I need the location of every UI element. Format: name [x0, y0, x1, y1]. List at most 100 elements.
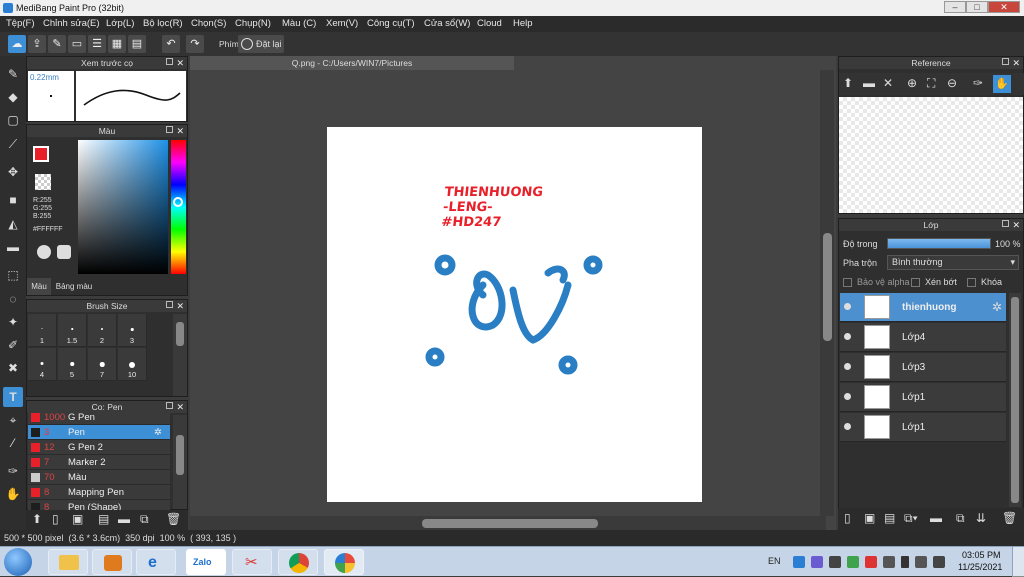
tab-color[interactable]: Màu [27, 278, 51, 295]
brush-size-scrollbar[interactable] [173, 314, 187, 396]
menu-window[interactable]: Cửa sổ(W) [424, 16, 470, 32]
tray-icon-6[interactable] [883, 556, 895, 568]
lock-checkbox[interactable] [967, 278, 976, 287]
bucket-tool-icon[interactable]: ◭ [3, 214, 23, 234]
layer-scrollbar[interactable] [1009, 293, 1021, 507]
blend-select[interactable]: Bình thường ▾ [887, 255, 1019, 270]
vertical-scrollbar[interactable] [820, 70, 834, 516]
brush-settings-icon[interactable]: ▣ [72, 512, 83, 526]
close-icon[interactable]: ✕ [176, 401, 184, 413]
ie-app[interactable]: e [136, 549, 176, 575]
brush-tool-icon[interactable]: ✎ [3, 64, 23, 84]
doc-icon[interactable]: ☰ [88, 35, 106, 53]
battery-icon[interactable] [901, 556, 909, 568]
brush-size-cell[interactable]: 2 [88, 314, 117, 347]
layer-add-menu-icon[interactable]: ⧉▾ [904, 511, 918, 526]
move-tool-icon[interactable]: ✥ [3, 162, 23, 182]
primary-color-swatch[interactable] [33, 146, 49, 162]
redo-icon[interactable]: ↷ [186, 35, 204, 53]
transparent-swatch[interactable] [35, 174, 51, 190]
menu-edit[interactable]: Chỉnh sửa(E) [43, 16, 100, 32]
layer-item[interactable]: Lớp1 [840, 413, 1006, 442]
close-icon[interactable]: ✕ [1012, 57, 1020, 69]
popout-icon[interactable] [166, 58, 173, 65]
volume-icon[interactable] [933, 556, 945, 568]
network-icon[interactable] [915, 556, 927, 568]
cloud-icon[interactable]: ☁ [8, 35, 26, 53]
close-icon[interactable]: ✕ [883, 76, 893, 90]
menu-cloud[interactable]: Cloud [477, 16, 502, 32]
layer-item[interactable]: thienhuong ✲ [840, 293, 1006, 322]
select-pen-icon[interactable]: ✐ [3, 335, 23, 355]
fill-rect-tool-icon[interactable]: ■ [3, 190, 23, 210]
zoom-in-icon[interactable]: ⊕ [907, 76, 917, 90]
eye-icon[interactable] [844, 423, 851, 430]
brush-size-cell[interactable]: 5 [58, 348, 87, 381]
scroll-thumb[interactable] [422, 519, 598, 528]
rect-tool-icon[interactable]: ▢ [3, 110, 23, 130]
hue-handle[interactable] [173, 197, 183, 207]
zalo-app[interactable]: Zalo [186, 549, 226, 575]
layer-item[interactable]: Lớp3 [840, 353, 1006, 382]
brush-size-cell[interactable]: 1.5 [58, 314, 87, 347]
horizontal-scrollbar[interactable] [190, 516, 826, 530]
hand-tool-icon[interactable]: ✋ [3, 484, 23, 504]
new-page-icon[interactable]: ▭ [68, 35, 86, 53]
close-icon[interactable]: ✕ [176, 57, 184, 69]
folder-icon[interactable]: ▬ [863, 76, 875, 90]
brush-list-scrollbar[interactable] [173, 415, 187, 509]
tray-icon-3[interactable] [829, 556, 841, 568]
brush-size-cell[interactable]: 1 [28, 314, 57, 347]
clipping-checkbox[interactable] [911, 278, 920, 287]
scroll-thumb[interactable] [1011, 297, 1019, 503]
hand-icon[interactable]: ✋ [993, 75, 1011, 93]
clock-time[interactable]: 03:05 PM [962, 550, 1001, 560]
layer-item[interactable]: Lớp4 [840, 323, 1006, 352]
menu-filter[interactable]: Bộ lọc(R) [143, 16, 183, 32]
explorer-app[interactable] [48, 549, 88, 575]
opacity-slider[interactable] [887, 238, 991, 249]
scroll-thumb[interactable] [176, 322, 184, 346]
popout-icon[interactable] [166, 402, 173, 409]
eye-icon[interactable] [844, 303, 851, 310]
media-player-app[interactable] [92, 549, 132, 575]
show-desktop-button[interactable] [1012, 547, 1024, 577]
menu-layer[interactable]: Lớp(L) [106, 16, 134, 32]
menu-help[interactable]: Help [513, 16, 533, 32]
reference-view[interactable] [839, 97, 1023, 213]
layer-item[interactable]: Lớp1 [840, 383, 1006, 412]
popout-icon[interactable] [1002, 58, 1009, 65]
document-tab[interactable]: Q.png - C:/Users/WIN7/Pictures [190, 56, 514, 70]
tray-icon-2[interactable] [811, 556, 823, 568]
brush-item[interactable]: 7 Marker 2 [28, 455, 170, 470]
language-indicator[interactable]: EN [768, 556, 781, 566]
medibang-app[interactable] [324, 549, 364, 575]
merge-layer-icon[interactable]: ⇊ [976, 511, 986, 525]
duplicate-layer-icon[interactable]: ⧉ [956, 511, 965, 526]
menu-color[interactable]: Màu (C) [282, 16, 316, 32]
folder-icon[interactable]: ▬ [118, 512, 130, 526]
popout-icon[interactable] [1002, 220, 1009, 227]
color-picker-icon[interactable] [57, 245, 71, 259]
brush-item[interactable]: 3 Pen ✲ [28, 425, 170, 440]
tray-icon-1[interactable] [793, 556, 805, 568]
divide-tool-icon[interactable]: ⌖ [3, 410, 23, 430]
sv-picker[interactable] [78, 140, 168, 274]
brush-item[interactable]: 1000 G Pen [28, 410, 170, 425]
menu-tools[interactable]: Công cụ(T) [367, 16, 415, 32]
text-tool-icon[interactable]: T [3, 387, 23, 407]
snipping-app[interactable]: ✂ [232, 549, 272, 575]
gear-icon[interactable]: ✲ [992, 300, 1002, 314]
menu-capture[interactable]: Chụp(N) [235, 16, 271, 32]
scroll-thumb[interactable] [823, 233, 832, 341]
new-brush-icon[interactable]: ▯ [52, 512, 59, 526]
eye-icon[interactable] [844, 393, 851, 400]
eyedropper-icon[interactable]: ✑ [973, 76, 983, 90]
start-button[interactable] [4, 548, 32, 576]
clock-date[interactable]: 11/25/2021 [958, 562, 1002, 572]
close-icon[interactable]: ✕ [176, 125, 184, 137]
popout-icon[interactable] [166, 301, 173, 308]
brush-item[interactable]: 8 Mapping Pen [28, 485, 170, 500]
grid-icon[interactable]: ▤ [128, 35, 146, 53]
chrome-app[interactable] [278, 549, 318, 575]
